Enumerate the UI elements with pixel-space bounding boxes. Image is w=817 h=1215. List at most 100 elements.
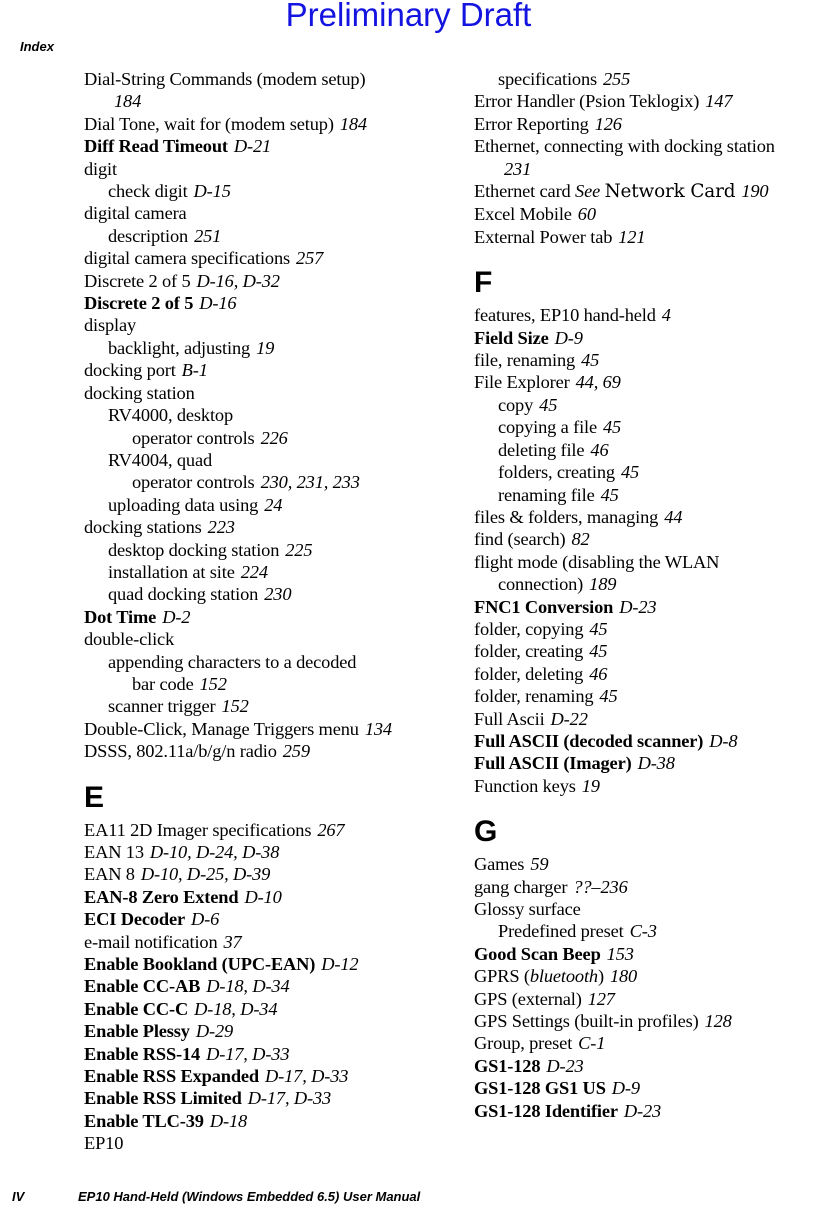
index-entry-term: folder, creating (474, 641, 584, 662)
index-entry-term: Group, preset (474, 1033, 573, 1054)
index-entry-page-numbers: B-1 (181, 360, 208, 381)
index-entry: EAN 8 D-10, D-25, D-39 (84, 863, 420, 885)
index-entry-page-numbers: 37 (223, 931, 242, 952)
index-entry-term: Enable RSS-14 (84, 1043, 201, 1064)
index-entry-page-numbers: D-22 (550, 708, 588, 729)
index-entry-page-numbers: 45 (581, 350, 600, 371)
index-entry-page-numbers: 153 (606, 943, 634, 964)
index-entry: e-mail notification 37 (84, 931, 420, 953)
index-entry: folders, creating 45 (474, 461, 809, 483)
index-entry-page-numbers: 180 (609, 966, 638, 987)
index-entry: double-click (84, 628, 420, 650)
index-entry-page-numbers: 24 (264, 494, 283, 515)
index-entry-page-numbers: 60 (577, 204, 596, 225)
index-entry: description 251 (84, 225, 420, 247)
index-entry-page-numbers: 44 (664, 506, 683, 527)
index-entry: Enable RSS Limited D-17, D-33 (84, 1087, 420, 1109)
index-entry-term: digital camera (84, 203, 187, 224)
index-entry-term: File Explorer (474, 372, 570, 393)
index-entry: find (search) 82 (474, 528, 809, 550)
index-entry-term: External Power tab (474, 226, 613, 247)
index-entry-page-numbers: C-1 (578, 1033, 606, 1054)
index-entry: copy 45 (474, 394, 809, 416)
index-entry-term: file, renaming (474, 350, 576, 371)
index-entry-term: Full ASCII (Imager) (474, 753, 632, 774)
index-entry-see-target: Network Card (604, 181, 736, 203)
index-entry-page-numbers: 4 (661, 305, 671, 326)
index-entry-term: ECI Decoder (84, 909, 186, 930)
index-entry: Full Ascii D-22 (474, 708, 809, 730)
index-entry: Double-Click, Manage Triggers menu 134 (84, 718, 420, 740)
index-entry: uploading data using 24 (84, 494, 420, 516)
index-entry-term: check digit (108, 181, 188, 202)
index-entry-page-numbers: 223 (207, 517, 235, 538)
index-entry: Enable RSS-14 D-17, D-33 (84, 1043, 420, 1065)
index-entry: Full ASCII (decoded scanner) D-8 (474, 730, 809, 752)
index-entry: EAN 13 D-10, D-24, D-38 (84, 841, 420, 863)
index-entry-term: deleting file (498, 439, 585, 460)
index-entry: Discrete 2 of 5 D-16 (84, 292, 420, 314)
index-entry: copying a file 45 (474, 416, 809, 438)
index-entry-page-numbers: 45 (599, 686, 618, 707)
index-entry: Ethernet, connecting with docking statio… (474, 135, 809, 157)
index-entry-term: Error Handler (Psion Teklogix) (474, 91, 700, 112)
index-entry-term: Discrete 2 of 5 (84, 270, 191, 291)
index-entry: Dial-String Commands (modem setup) (84, 68, 420, 90)
index-entry: Predefined preset C-3 (474, 920, 809, 942)
index-entry-term: EA11 2D Imager specifications (84, 819, 312, 840)
index-entry-page-numbers: D-10 (244, 886, 282, 907)
index-entry: Enable RSS Expanded D-17, D-33 (84, 1065, 420, 1087)
index-entry: renaming file 45 (474, 484, 809, 506)
index-entry-term: Full Ascii (474, 708, 545, 729)
index-entry-term: Enable RSS Limited (84, 1088, 242, 1109)
index-entry: folder, creating 45 (474, 640, 809, 662)
index-entry: File Explorer 44, 69 (474, 371, 809, 393)
index-entry-term: DSSS, 802.11a/b/g/n radio (84, 741, 277, 762)
index-entry: Group, preset C-1 (474, 1032, 809, 1054)
index-entry-page-numbers: D-23 (623, 1100, 662, 1121)
index-entry-page-numbers: 267 (317, 819, 345, 840)
index-entry: docking station (84, 382, 420, 404)
index-entry: bar code 152 (84, 673, 420, 695)
index-entry: folder, deleting 46 (474, 663, 809, 685)
index-entry-page-numbers: 189 (589, 574, 617, 595)
index-entry: check digit D-15 (84, 180, 420, 202)
index-entry-page-numbers: 45 (620, 462, 640, 483)
index-entry-term-italic: bluetooth (529, 966, 598, 987)
index-entry-page-numbers: 82 (571, 529, 590, 550)
index-entry-page-numbers: 19 (581, 775, 600, 796)
index-entry-page-numbers: D-10, D-25, D-39 (140, 864, 271, 885)
index-entry-term: Error Reporting (474, 113, 589, 134)
index-entry-term: digital camera specifications (84, 248, 291, 269)
index-entry: desktop docking station 225 (84, 539, 420, 561)
index-entry-term: operator controls (132, 472, 255, 493)
index-entry-page-numbers: 45 (589, 618, 608, 639)
index-entry: 231 (474, 158, 809, 180)
index-entry: deleting file 46 (474, 439, 809, 461)
index-entry: Function keys 19 (474, 775, 809, 797)
index-entry: Enable CC-C D-18, D-34 (84, 998, 420, 1020)
index-entry-term: specifications (498, 69, 598, 89)
index-entry: file, renaming 45 (474, 349, 809, 371)
index-entry: Field Size D-9 (474, 327, 809, 349)
footer-manual-title: EP10 Hand-Held (Windows Embedded 6.5) Us… (78, 1189, 421, 1204)
index-entry-page-numbers: D-15 (193, 181, 231, 202)
index-section-letter: F (474, 266, 493, 300)
index-entry-page-numbers: D-16 (199, 293, 237, 314)
index-entry-term: installation at site (108, 561, 235, 582)
running-header-index: Index (20, 39, 54, 54)
index-entry-term: RV4004, quad (108, 449, 212, 470)
index-entry: GPS (external) 127 (474, 988, 809, 1010)
index-entry-term: EAN 13 (84, 842, 144, 862)
index-entry-page-numbers: 152 (221, 696, 249, 717)
index-entry: GPS Settings (built-in profiles) 128 (474, 1010, 809, 1032)
index-entry-term: Enable Bookland (UPC-EAN) (84, 954, 316, 975)
index-entry-page-numbers: 127 (587, 988, 615, 1009)
index-entry: files & folders, managing 44 (474, 506, 809, 528)
index-entry-term: folder, copying (474, 618, 584, 639)
index-entry-page-numbers: 45 (589, 641, 608, 662)
index-entry-term: double-click (84, 629, 175, 650)
index-entry-term: scanner trigger (108, 696, 216, 717)
index-entry-page-numbers: D-18, D-34 (194, 998, 278, 1019)
index-entry-page-numbers: ??–236 (573, 876, 628, 897)
